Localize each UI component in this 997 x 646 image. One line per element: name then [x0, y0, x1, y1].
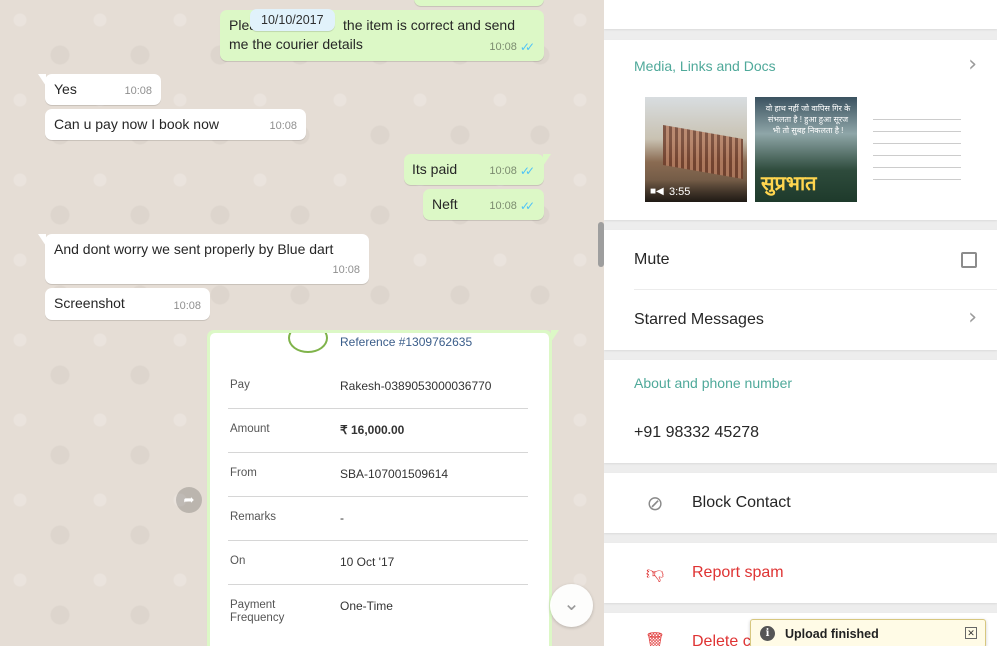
video-camera-icon: ■◀	[650, 186, 664, 197]
message-text: Can u pay now I book now	[54, 116, 219, 132]
message-time: 10:08	[489, 165, 517, 177]
receipt-screenshot[interactable]: Reference #1309762635 Pay Rakesh-0389053…	[210, 333, 549, 646]
message-bubble-cut	[414, 0, 544, 6]
message-bubble[interactable]: Yes 10:08	[38, 74, 161, 105]
block-contact-label[interactable]: Block Contact	[692, 494, 791, 512]
receipt-value: SBA-107001509614	[340, 467, 449, 481]
forward-icon[interactable]: ➦	[176, 487, 202, 513]
message-time: 10:08	[124, 85, 152, 97]
message-text: the item is correct and send	[343, 17, 516, 33]
date-chip: 10/10/2017	[250, 9, 335, 31]
receipt-row: Pay Rakesh-0389053000036770	[228, 365, 528, 409]
success-check-icon	[288, 333, 328, 353]
chevron-right-icon[interactable]: ›	[968, 305, 977, 330]
trash-icon: 🗑︎	[644, 633, 666, 646]
message-bubble[interactable]: Screenshot 10:08	[45, 288, 210, 320]
mute-label[interactable]: Mute	[634, 251, 670, 269]
double-check-icon: ✓✓	[519, 199, 535, 213]
media-thumbnail-video[interactable]: ■◀ 3:55	[645, 97, 747, 202]
media-section-title[interactable]: Media, Links and Docs	[634, 58, 776, 74]
receipt-label: Remarks	[230, 511, 277, 523]
report-spam-label[interactable]: Report spam	[692, 564, 784, 582]
receipt-value: -	[340, 511, 344, 525]
message-time: 10:08	[173, 300, 201, 312]
receipt-row: Payment Frequency One-Time	[228, 585, 528, 635]
settings-card: Mute Starred Messages ›	[604, 230, 997, 350]
delete-chat-label[interactable]: Delete c	[692, 633, 751, 646]
block-icon: ⊘	[646, 493, 664, 515]
receipt-label: Pay	[230, 379, 250, 391]
message-text: Screenshot	[54, 295, 125, 311]
message-time: 10:08	[269, 120, 297, 132]
thumbnail-title: सुप्रभात	[761, 171, 817, 195]
receipt-row: On 10 Oct '17	[228, 541, 528, 585]
message-bubble[interactable]: Can u pay now I book now 10:08	[45, 109, 306, 140]
contact-info-pane: Media, Links and Docs › ■◀ 3:55 वो हाथ न…	[604, 0, 997, 646]
block-contact-row[interactable]: ⊘ Block Contact	[604, 473, 997, 533]
divider	[634, 289, 997, 290]
chat-pane: Plea the item is correct and send me the …	[0, 0, 604, 646]
receipt-value: 10 Oct '17	[340, 555, 395, 569]
chevron-right-icon[interactable]: ›	[968, 52, 977, 77]
toast-text: Upload finished	[785, 627, 879, 641]
report-spam-row[interactable]: 👎︎ Report spam	[604, 543, 997, 603]
message-bubble[interactable]: Neft 10:08 ✓✓	[423, 189, 544, 220]
message-time: 10:08	[489, 200, 517, 212]
upload-toast: i Upload finished ✕	[750, 619, 986, 646]
thumbnail-text: वो हाथ नहीं जो वापिस गिर के संभलता है ! …	[765, 104, 851, 135]
receipt-label: Payment Frequency	[230, 599, 285, 624]
message-time: 10:08	[332, 264, 360, 276]
starred-messages-label[interactable]: Starred Messages	[634, 311, 764, 329]
message-text: Yes	[54, 81, 77, 97]
message-bubble[interactable]: Its paid 10:08 ✓✓	[404, 154, 551, 185]
receipt-value: One-Time	[340, 599, 393, 613]
message-text: Its paid	[412, 161, 458, 177]
video-duration: 3:55	[669, 186, 691, 198]
phone-number: +91 98332 45278	[634, 424, 760, 441]
railing-graphic	[663, 124, 743, 180]
receipt-label: On	[230, 555, 246, 567]
message-bubble[interactable]: And dont worry we sent properly by Blue …	[38, 234, 369, 284]
receipt-row: Remarks -	[228, 497, 528, 541]
receipt-reference: Reference #1309762635	[340, 335, 473, 349]
image-message[interactable]: Reference #1309762635 Pay Rakesh-0389053…	[207, 330, 559, 646]
message-time: 10:08	[489, 41, 517, 53]
message-text: Neft	[432, 196, 458, 212]
info-icon: i	[760, 626, 775, 641]
receipt-row: From SBA-107001509614	[228, 453, 528, 497]
about-section-title: About and phone number	[634, 375, 793, 391]
close-icon[interactable]: ✕	[965, 627, 977, 639]
receipt-value: ₹ 16,000.00	[340, 423, 405, 437]
media-thumbnail-image[interactable]: वो हाथ नहीं जो वापिस गिर के संभलता है ! …	[755, 97, 857, 202]
double-check-icon: ✓✓	[519, 40, 535, 54]
receipt-label: From	[230, 467, 257, 479]
message-text: me the courier details	[229, 36, 363, 52]
profile-card-bottom	[604, 0, 997, 29]
receipt-value: Rakesh-0389053000036770	[340, 379, 492, 393]
mute-checkbox[interactable]	[961, 252, 977, 268]
receipt-row: Amount ₹ 16,000.00	[228, 409, 528, 453]
double-check-icon: ✓✓	[519, 164, 535, 178]
media-thumbnail-receipt[interactable]	[865, 97, 967, 202]
about-card: About and phone number	[604, 360, 997, 463]
receipt-label: Amount	[230, 423, 270, 435]
thumbs-down-icon: 👎︎	[645, 563, 665, 583]
chevron-down-icon[interactable]: ⌄	[550, 584, 593, 627]
message-text: And dont worry we sent properly by Blue …	[54, 241, 334, 257]
